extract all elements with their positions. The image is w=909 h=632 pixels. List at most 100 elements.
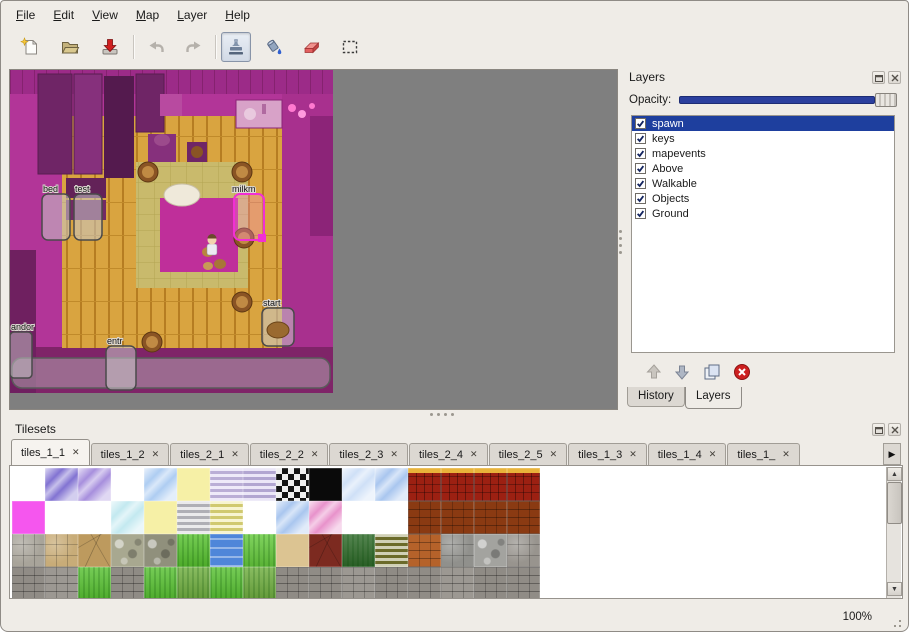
menu-edit[interactable]: Edit [44, 5, 83, 25]
menu-layer[interactable]: Layer [168, 5, 216, 25]
layer-visibility-checkbox[interactable] [635, 163, 646, 174]
tile[interactable] [210, 534, 243, 567]
tab-close-icon[interactable]: ✕ [629, 450, 637, 459]
tile[interactable] [342, 468, 375, 501]
tile[interactable] [144, 534, 177, 567]
tile[interactable] [342, 501, 375, 534]
tile[interactable] [12, 501, 45, 534]
tile[interactable] [441, 501, 474, 534]
tile[interactable] [309, 468, 342, 501]
tileset-view[interactable]: ▲ ▼ [9, 465, 903, 599]
tile[interactable] [309, 501, 342, 534]
tile[interactable] [474, 501, 507, 534]
tab-close-icon[interactable]: ✕ [709, 450, 717, 459]
tile[interactable] [243, 534, 276, 567]
eraser-tool-button[interactable] [297, 32, 327, 62]
layers-list[interactable]: spawnkeysmapeventsAboveWalkableObjectsGr… [631, 115, 895, 353]
tile[interactable] [441, 468, 474, 501]
tileset-tab-tiles_2_2[interactable]: tiles_2_2✕ [250, 443, 329, 465]
rect-select-tool-button[interactable] [335, 32, 365, 62]
opacity-slider[interactable] [679, 96, 875, 104]
tab-close-icon[interactable]: ✕ [470, 450, 478, 459]
menu-view[interactable]: View [83, 5, 127, 25]
tile[interactable] [375, 567, 408, 599]
tile[interactable] [375, 468, 408, 501]
tab-close-icon[interactable]: ✕ [72, 448, 80, 457]
tab-close-icon[interactable]: ✕ [311, 450, 319, 459]
tile[interactable] [342, 567, 375, 599]
tileset-tab-tiles_1_2[interactable]: tiles_1_2✕ [91, 443, 170, 465]
dock-float-button[interactable] [872, 71, 885, 84]
layer-visibility-checkbox[interactable] [635, 118, 646, 129]
tile[interactable] [276, 468, 309, 501]
tile[interactable] [474, 468, 507, 501]
tile[interactable] [408, 534, 441, 567]
tile[interactable] [408, 501, 441, 534]
layer-visibility-checkbox[interactable] [635, 208, 646, 219]
tile[interactable] [276, 534, 309, 567]
layer-visibility-checkbox[interactable] [635, 148, 646, 159]
tile[interactable] [111, 468, 144, 501]
tile[interactable] [177, 567, 210, 599]
layer-row-Ground[interactable]: Ground [632, 206, 894, 221]
map-canvas[interactable]: bed test milkm start entr andor [9, 69, 618, 410]
save-map-button[interactable] [95, 32, 125, 62]
layer-row-mapevents[interactable]: mapevents [632, 146, 894, 161]
new-map-button[interactable] [15, 32, 45, 62]
tile[interactable] [408, 567, 441, 599]
tileset-scrollbar[interactable]: ▲ ▼ [886, 467, 901, 598]
map-object-strip[interactable] [12, 358, 330, 388]
tile[interactable] [177, 501, 210, 534]
tileset-tab-tiles_2_5[interactable]: tiles_2_5✕ [489, 443, 568, 465]
tile[interactable] [210, 567, 243, 599]
tile[interactable] [78, 501, 111, 534]
tile[interactable] [507, 501, 540, 534]
map-object-milkm-selected[interactable] [234, 194, 264, 240]
layer-row-Above[interactable]: Above [632, 161, 894, 176]
tile[interactable] [12, 468, 45, 501]
tile[interactable] [210, 468, 243, 501]
tab-layers[interactable]: Layers [685, 387, 742, 409]
tile[interactable] [144, 501, 177, 534]
lower-layer-button[interactable] [671, 361, 693, 383]
tile[interactable] [177, 468, 210, 501]
tile[interactable] [243, 468, 276, 501]
opacity-slider-handle[interactable] [875, 93, 897, 107]
scroll-up-button[interactable]: ▲ [887, 467, 902, 481]
tile[interactable] [441, 567, 474, 599]
undo-button[interactable] [141, 32, 171, 62]
tab-close-icon[interactable]: ✕ [550, 450, 558, 459]
tile[interactable] [177, 534, 210, 567]
tile[interactable] [474, 534, 507, 567]
tile[interactable] [507, 567, 540, 599]
tile[interactable] [45, 501, 78, 534]
map-object-entr[interactable] [106, 346, 136, 390]
tab-close-icon[interactable]: ✕ [782, 450, 790, 459]
object-resize-handle[interactable] [258, 234, 266, 242]
tab-history[interactable]: History [627, 387, 685, 407]
tile[interactable] [375, 534, 408, 567]
tab-close-icon[interactable]: ✕ [390, 450, 398, 459]
layer-row-spawn[interactable]: spawn [632, 116, 894, 131]
tile[interactable] [507, 534, 540, 567]
scrollbar-thumb[interactable] [887, 482, 902, 524]
open-map-button[interactable] [55, 32, 85, 62]
tile[interactable] [408, 468, 441, 501]
scroll-tabs-right-button[interactable]: ▶ [883, 443, 901, 465]
tile[interactable] [309, 534, 342, 567]
tile[interactable] [210, 501, 243, 534]
tile[interactable] [78, 534, 111, 567]
tile[interactable] [45, 534, 78, 567]
tileset-tab-tiles_1_4[interactable]: tiles_1_4✕ [648, 443, 727, 465]
raise-layer-button[interactable] [643, 361, 665, 383]
layer-row-Objects[interactable]: Objects [632, 191, 894, 206]
tile[interactable] [309, 567, 342, 599]
stamp-brush-tool-button[interactable] [221, 32, 251, 62]
menu-help[interactable]: Help [216, 5, 259, 25]
bucket-fill-tool-button[interactable] [259, 32, 289, 62]
tile[interactable] [12, 567, 45, 599]
menu-map[interactable]: Map [127, 5, 168, 25]
tile[interactable] [78, 567, 111, 599]
tab-close-icon[interactable]: ✕ [231, 450, 239, 459]
tile[interactable] [12, 534, 45, 567]
